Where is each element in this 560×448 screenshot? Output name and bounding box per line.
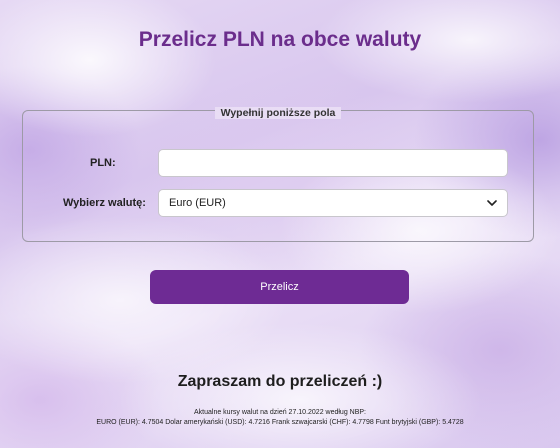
pln-input[interactable] — [158, 149, 508, 177]
chevron-down-icon — [487, 198, 497, 208]
pln-label: PLN: — [90, 157, 116, 169]
fieldset-legend: Wypełnij poniższe pola — [23, 103, 533, 121]
currency-label: Wybierz walutę: — [63, 197, 146, 209]
currency-select[interactable]: Euro (EUR) — [158, 189, 508, 217]
convert-button[interactable]: Przelicz — [150, 270, 409, 304]
currency-select-value: Euro (EUR) — [169, 197, 226, 209]
fieldset-legend-text: Wypełnij poniższe pola — [214, 107, 342, 119]
page-title: Przelicz PLN na obce waluty — [138, 28, 422, 51]
rates-title: Aktualne kursy walut na dzień 27.10.2022… — [194, 409, 366, 416]
rates-list: EURO (EUR): 4.7504 Dolar amerykański (US… — [96, 419, 464, 426]
welcome-text: Zapraszam do przeliczeń :) — [177, 373, 383, 390]
